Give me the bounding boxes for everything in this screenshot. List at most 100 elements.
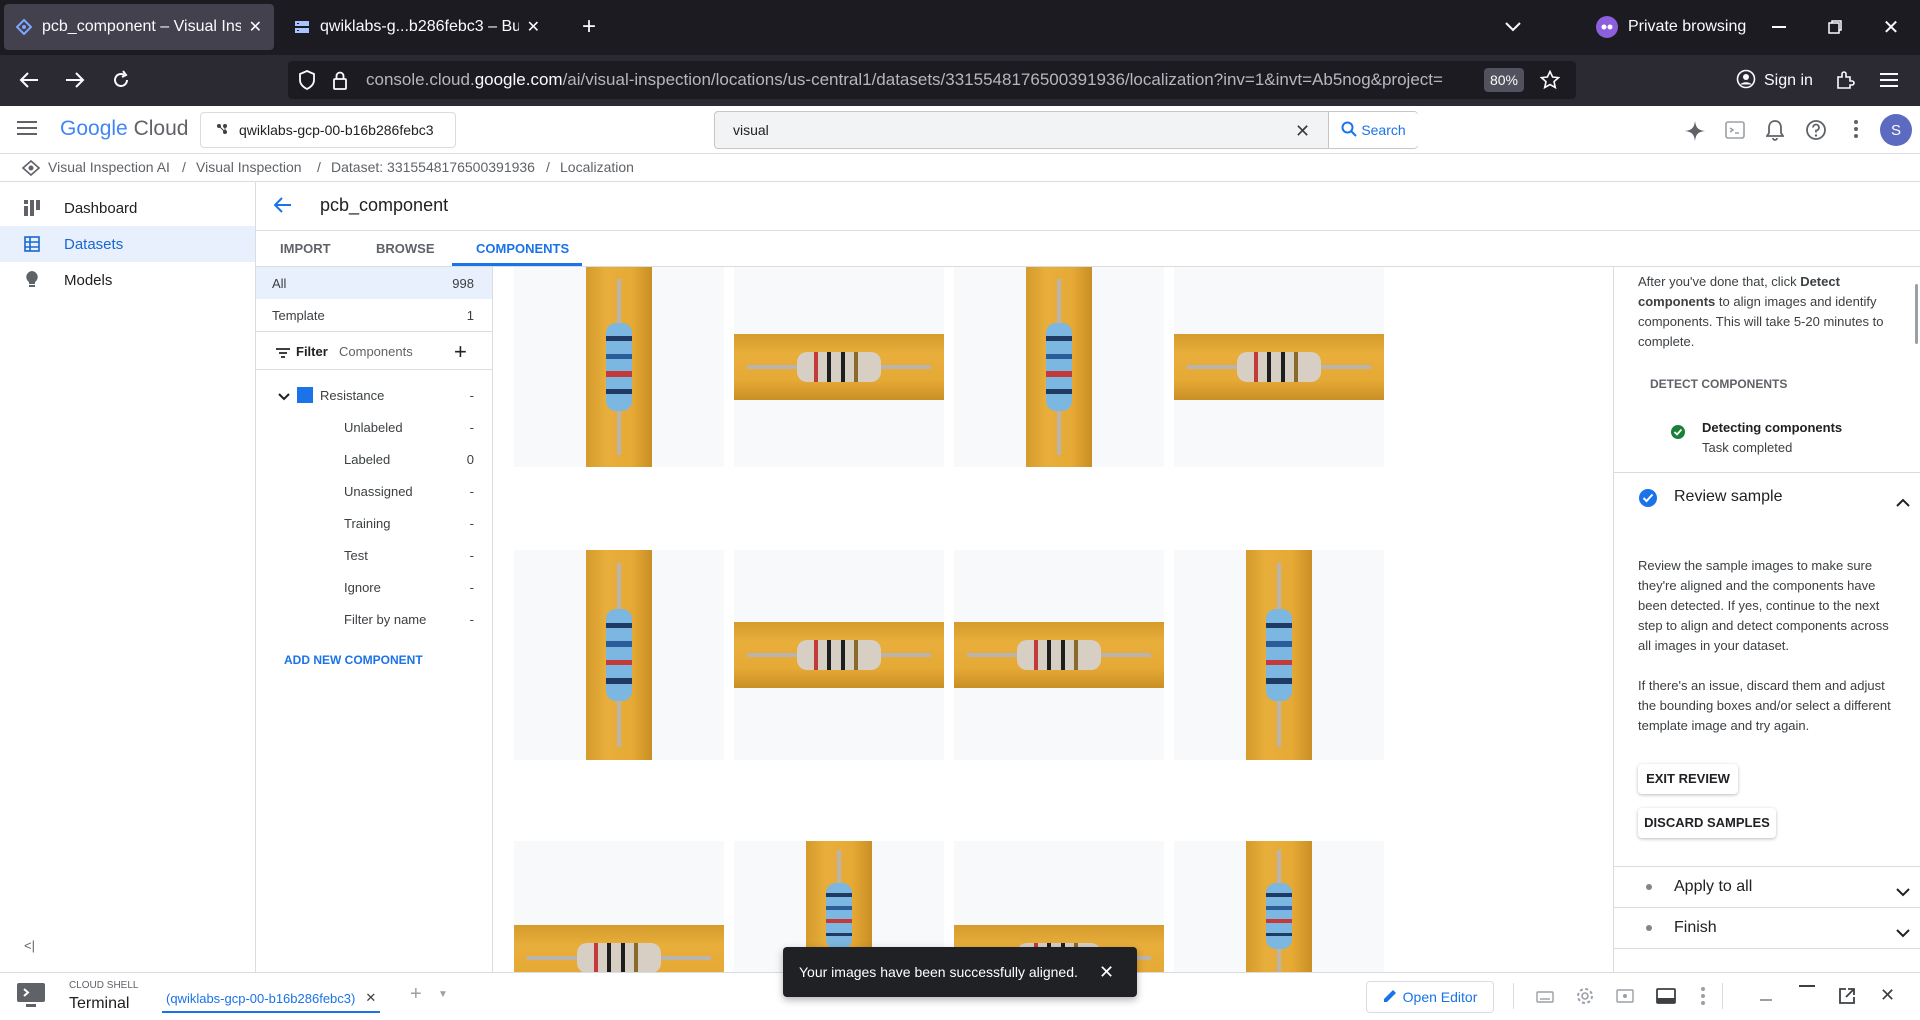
sample-image-thumbnail[interactable] xyxy=(1174,841,1384,972)
filter-row-ignore[interactable]: Ignore - xyxy=(256,571,492,603)
filter-all-label: All xyxy=(272,275,287,291)
filter-row-test[interactable]: Test - xyxy=(256,539,492,571)
reload-icon[interactable] xyxy=(108,67,134,93)
more-vert-icon[interactable] xyxy=(1853,119,1859,144)
tracking-shield-icon[interactable] xyxy=(298,70,316,95)
filter-row-filter-by-name[interactable]: Filter by name - xyxy=(256,603,492,635)
cloud-shell-terminal-icon[interactable] xyxy=(1725,120,1745,145)
sidebar-item-label: Models xyxy=(64,271,113,289)
review-description: Review the sample images to make sure th… xyxy=(1638,558,1889,653)
sample-image-thumbnail[interactable] xyxy=(734,267,944,467)
resistor-image xyxy=(586,267,652,467)
sample-image-thumbnail[interactable] xyxy=(954,267,1164,467)
minimize-shell-icon[interactable] xyxy=(1760,999,1772,1001)
back-icon[interactable] xyxy=(16,67,42,93)
add-filter-icon[interactable]: + xyxy=(454,339,467,365)
session-dropdown-icon[interactable]: ▼ xyxy=(438,989,448,1000)
filter-row-label: Unlabeled xyxy=(344,419,403,435)
forward-icon[interactable] xyxy=(62,67,88,93)
close-session-icon[interactable]: ✕ xyxy=(365,990,376,1006)
sample-image-thumbnail[interactable] xyxy=(734,550,944,760)
google-cloud-logo[interactable]: Google Cloud xyxy=(60,117,188,141)
breadcrumb-item[interactable]: Visual Inspection xyxy=(196,159,302,175)
breadcrumb-item[interactable]: Dataset: 3315548176500391936 xyxy=(331,159,535,175)
filter-row-labeled[interactable]: Labeled 0 xyxy=(256,443,492,475)
exit-review-button[interactable]: EXIT REVIEW xyxy=(1638,764,1738,794)
keyboard-icon[interactable] xyxy=(1536,990,1554,1008)
notifications-bell-icon[interactable] xyxy=(1765,119,1785,146)
avatar[interactable]: S xyxy=(1880,114,1912,146)
settings-gear-icon[interactable] xyxy=(1576,987,1594,1010)
search-button[interactable]: Search xyxy=(1328,112,1418,148)
add-session-icon[interactable]: + xyxy=(410,983,422,1006)
breadcrumb-item[interactable]: Visual Inspection AI xyxy=(48,159,170,175)
collapse-nav-icon[interactable]: <| xyxy=(24,938,35,953)
more-vert-icon[interactable] xyxy=(1700,986,1706,1011)
main-menu-icon[interactable] xyxy=(17,120,37,141)
tab-components[interactable]: COMPONENTS xyxy=(476,241,569,256)
chevron-down-icon[interactable] xyxy=(278,389,290,404)
open-new-window-icon[interactable] xyxy=(1838,987,1856,1010)
chevron-down-icon[interactable] xyxy=(1896,924,1910,944)
component-filter-input[interactable]: Components xyxy=(339,344,413,359)
filter-row-unassigned[interactable]: Unassigned - xyxy=(256,475,492,507)
bookmark-star-icon[interactable] xyxy=(1539,69,1561,95)
lock-icon[interactable] xyxy=(332,70,348,95)
finish-step[interactable]: Finish xyxy=(1614,908,1920,948)
tab-import[interactable]: IMPORT xyxy=(280,241,331,256)
sign-in-button[interactable]: Sign in xyxy=(1736,66,1813,96)
list-tabs-chevron-icon[interactable] xyxy=(1500,14,1526,40)
sample-image-thumbnail[interactable] xyxy=(514,550,724,760)
sample-image-thumbnail[interactable] xyxy=(514,841,724,972)
back-arrow-icon[interactable] xyxy=(273,197,292,218)
sample-image-thumbnail[interactable] xyxy=(954,550,1164,760)
panel-scrollbar[interactable] xyxy=(1915,284,1918,344)
zoom-level[interactable]: 80% xyxy=(1484,68,1524,92)
url-bar[interactable]: console.cloud.google.com/ai/visual-inspe… xyxy=(288,61,1576,99)
help-icon[interactable] xyxy=(1805,119,1827,146)
open-editor-button[interactable]: Open Editor xyxy=(1366,981,1494,1013)
sample-image-thumbnail[interactable] xyxy=(514,267,724,467)
sidebar-item-datasets[interactable]: Datasets xyxy=(0,226,255,262)
gemini-sparkle-icon[interactable] xyxy=(1684,120,1706,147)
sidebar-item-dashboard[interactable]: Dashboard xyxy=(0,190,255,226)
close-window-icon[interactable]: ✕ xyxy=(1878,14,1904,40)
apply-to-all-step[interactable]: Apply to all xyxy=(1614,867,1920,907)
browser-tab-active[interactable]: pcb_component – Visual Inspec ✕ xyxy=(4,4,274,50)
terminal-session-tab[interactable]: (qwiklabs-gcp-00-b16b286febc3) ✕ xyxy=(162,985,381,1013)
close-shell-icon[interactable]: ✕ xyxy=(1880,985,1895,1006)
discard-samples-button[interactable]: DISCARD SAMPLES xyxy=(1638,808,1776,838)
chevron-down-icon[interactable] xyxy=(1896,883,1910,903)
edit-pencil-icon xyxy=(1383,989,1397,1006)
close-tab-icon[interactable]: ✕ xyxy=(527,17,540,37)
restore-shell-icon[interactable] xyxy=(1799,985,1815,987)
resistor-image xyxy=(586,550,652,760)
minimize-icon[interactable] xyxy=(1766,14,1792,40)
sidebar-item-models[interactable]: Models xyxy=(0,262,255,298)
url-text[interactable]: console.cloud.google.com/ai/visual-inspe… xyxy=(366,70,1466,90)
project-selector[interactable]: qwiklabs-gcp-00-b16b286febc3 xyxy=(200,112,456,148)
close-tab-icon[interactable]: ✕ xyxy=(249,17,262,37)
layout-panel-icon[interactable] xyxy=(1656,988,1676,1009)
search-input[interactable]: visual xyxy=(733,122,769,138)
browser-tab[interactable]: qwiklabs-g...b286febc3 – Bucke ✕ xyxy=(282,4,552,50)
add-new-component-button[interactable]: ADD NEW COMPONENT xyxy=(284,653,423,667)
clear-search-icon[interactable]: ✕ xyxy=(1295,121,1310,142)
sample-image-thumbnail[interactable] xyxy=(1174,550,1384,760)
tab-browse[interactable]: BROWSE xyxy=(376,241,435,256)
new-tab-icon[interactable]: + xyxy=(576,13,602,40)
restore-icon[interactable] xyxy=(1822,14,1848,40)
web-preview-icon[interactable] xyxy=(1616,989,1634,1008)
filter-row-unlabeled[interactable]: Unlabeled - xyxy=(256,411,492,443)
url-domain: google.com xyxy=(474,70,563,89)
filter-all-row[interactable]: All 998 xyxy=(256,267,492,299)
filter-template-row[interactable]: Template 1 xyxy=(256,299,492,331)
chevron-up-icon[interactable] xyxy=(1896,493,1910,513)
filter-row-training[interactable]: Training - xyxy=(256,507,492,539)
extensions-icon[interactable] xyxy=(1832,67,1858,93)
app-menu-icon[interactable] xyxy=(1876,67,1902,93)
review-sample-step[interactable]: Review sample xyxy=(1614,473,1920,521)
component-row-resistance[interactable]: Resistance - xyxy=(256,379,492,411)
sample-image-thumbnail[interactable] xyxy=(1174,267,1384,467)
close-toast-icon[interactable]: ✕ xyxy=(1099,962,1114,983)
